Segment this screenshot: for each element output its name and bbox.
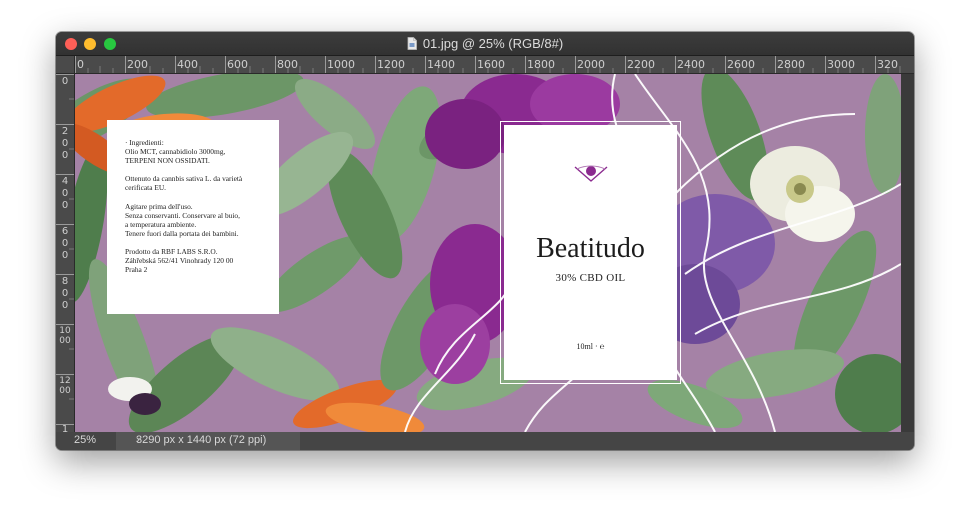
chevron-right-icon[interactable]: › xyxy=(136,434,294,446)
ruler-h-label: 2600 xyxy=(727,58,755,71)
ruler-v-label: 1200 xyxy=(59,376,71,396)
ruler-corner[interactable] xyxy=(56,56,75,74)
ruler-v-label: 600 xyxy=(61,226,69,261)
volume-text: 10ml · ℮ xyxy=(576,342,605,351)
ruler-v-label: 800 xyxy=(61,276,69,311)
ruler-v-label: 1 xyxy=(61,424,69,432)
document-canvas[interactable]: · Ingredienti: Olio MCT, cannabidiolo 30… xyxy=(75,74,901,432)
status-bar: 25% 3290 px x 1440 px (72 ppi) › xyxy=(56,432,914,450)
ingredients-card: · Ingredienti: Olio MCT, cannabidiolo 30… xyxy=(107,120,279,314)
ruler-h-label: 400 xyxy=(177,58,198,71)
ruler-h-label: 1000 xyxy=(327,58,355,71)
ruler-h-label: 1600 xyxy=(477,58,505,71)
ruler-h-label: 600 xyxy=(227,58,248,71)
ruler-h-label: 3000 xyxy=(827,58,855,71)
vertical-scrollbar[interactable] xyxy=(901,74,914,432)
document-info-box[interactable]: 3290 px x 1440 px (72 ppi) › xyxy=(116,432,300,450)
ruler-v-label: 1000 xyxy=(59,326,71,346)
logo-icon xyxy=(574,165,608,182)
ruler-v-label: 0 xyxy=(61,76,69,87)
ingredients-text: · Ingredienti: Olio MCT, cannabidiolo 30… xyxy=(125,138,243,275)
ruler-h-label: 0 xyxy=(77,58,84,71)
vertical-ruler[interactable]: 0 200 400 600 800 1000 1200 1 xyxy=(56,74,75,432)
ruler-h-label: 2800 xyxy=(777,58,805,71)
ruler-h-label: 800 xyxy=(277,58,298,71)
zoom-level[interactable]: 25% xyxy=(74,434,96,446)
horizontal-ruler[interactable]: 0 200 400 600 800 1000 1200 1400 1600 18… xyxy=(75,56,914,74)
ruler-h-label: 2200 xyxy=(627,58,655,71)
ruler-h-label: 1800 xyxy=(527,58,555,71)
ruler-h-label: 2000 xyxy=(577,58,605,71)
ruler-v-label: 200 xyxy=(61,126,69,161)
brand-name: Beatitudo xyxy=(536,233,645,264)
window-title-wrap: 01.jpg @ 25% (RGB/8#) xyxy=(56,36,914,51)
ruler-h-label: 2400 xyxy=(677,58,705,71)
title-bar[interactable]: 01.jpg @ 25% (RGB/8#) xyxy=(56,32,914,56)
document-icon xyxy=(407,37,417,50)
product-label: Beatitudo 30% CBD OIL 10ml · ℮ xyxy=(504,125,677,380)
window-title: 01.jpg @ 25% (RGB/8#) xyxy=(422,36,564,51)
ruler-v-label: 400 xyxy=(61,176,69,211)
ruler-h-label: 1400 xyxy=(427,58,455,71)
photoshop-window: 01.jpg @ 25% (RGB/8#) 0 200 400 600 800 … xyxy=(56,32,914,450)
ruler-h-label: 1200 xyxy=(377,58,405,71)
ruler-h-label: 200 xyxy=(127,58,148,71)
product-subtitle: 30% CBD OIL xyxy=(555,272,626,284)
ruler-h-label: 320 xyxy=(877,58,898,71)
